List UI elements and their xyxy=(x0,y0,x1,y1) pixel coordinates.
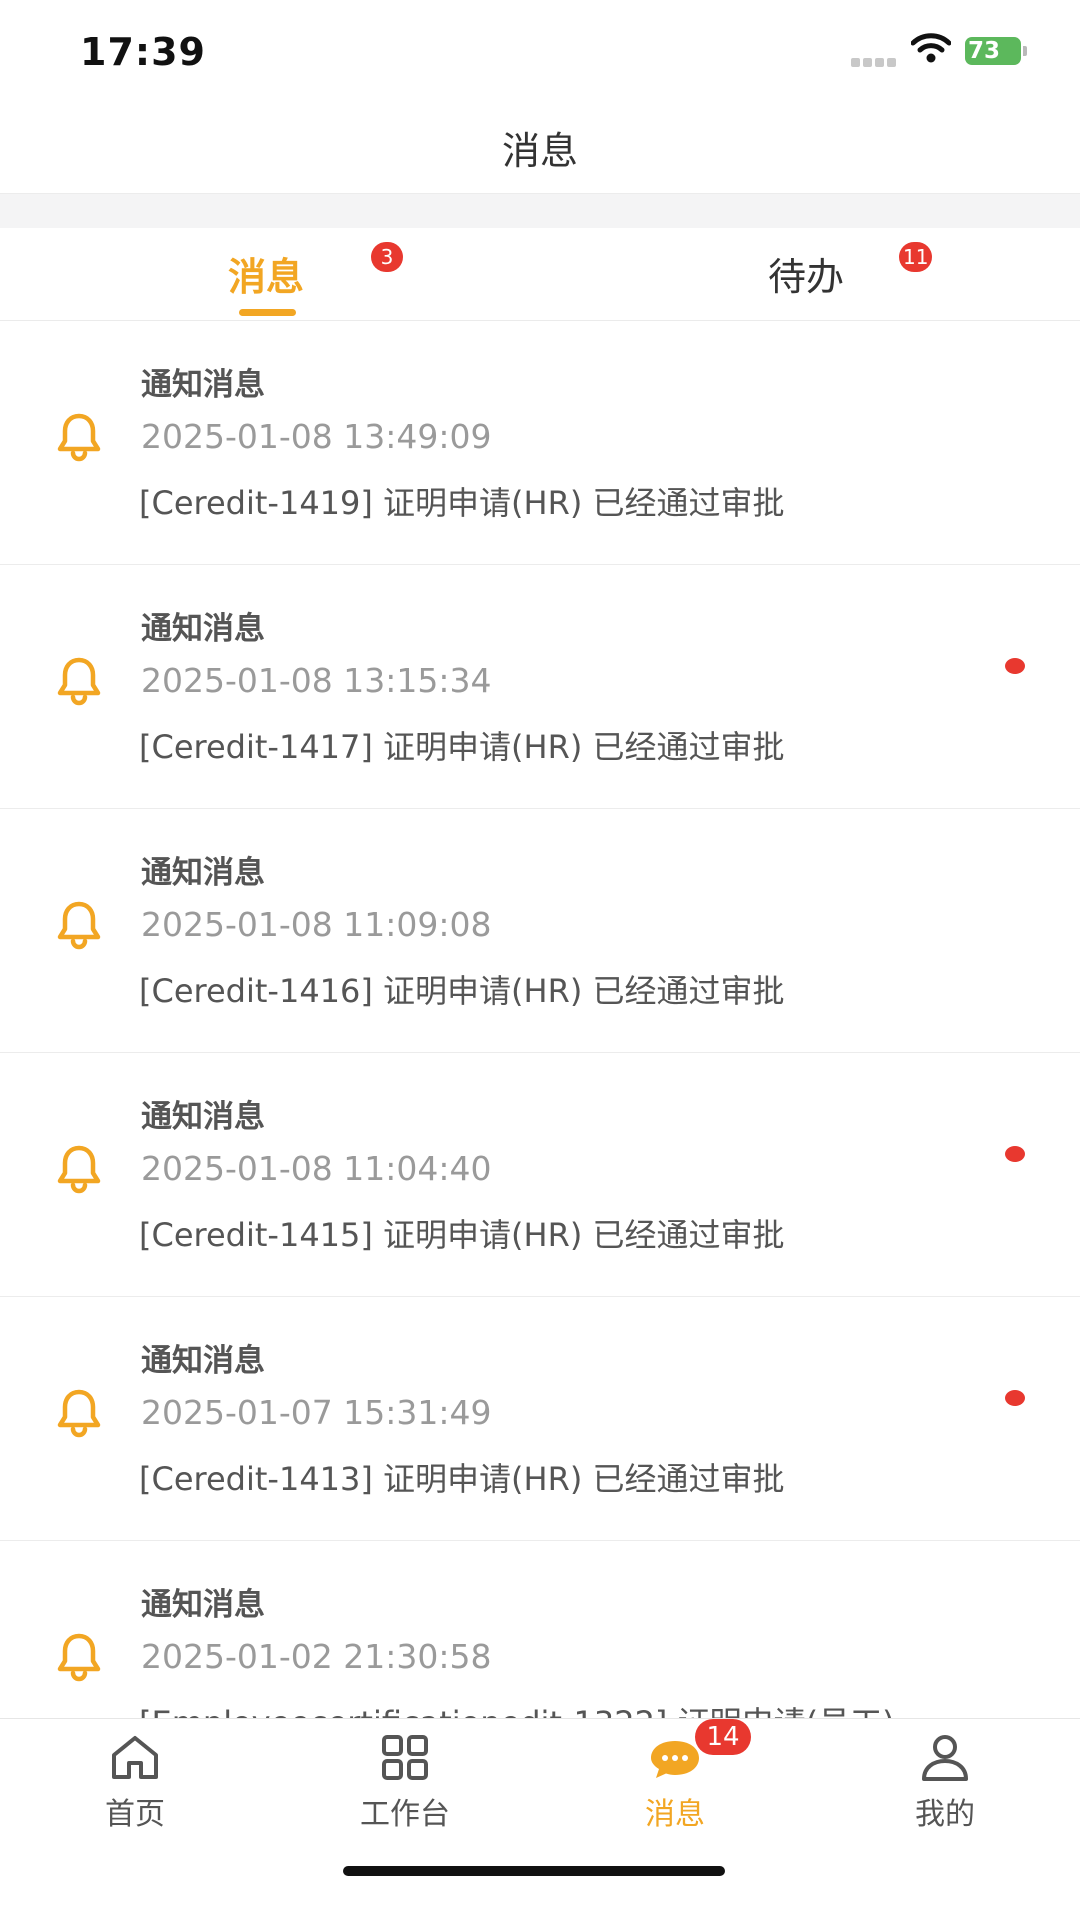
battery-level: 73 xyxy=(968,38,1001,64)
tab-messages-label: 消息 xyxy=(228,255,305,299)
bell-icon xyxy=(52,897,106,951)
home-icon xyxy=(112,1736,158,1779)
nav-mine[interactable]: 我的 xyxy=(810,1733,1080,1833)
message-time: 2025-01-08 13:49:09 xyxy=(141,417,492,456)
nav-workbench-label: 工作台 xyxy=(360,1797,450,1832)
message-content: [Ceredit-1415] 证明申请(HR) 已经通过审批 xyxy=(139,1216,785,1254)
message-content: [Ceredit-1419] 证明申请(HR) 已经通过审批 xyxy=(139,484,785,522)
battery-icon: 73 xyxy=(965,37,1027,67)
message-time: 2025-01-08 11:09:08 xyxy=(141,905,492,944)
nav-messages-badge: 14 xyxy=(695,1719,751,1755)
message-title: 通知消息 xyxy=(141,611,265,647)
message-time: 2025-01-08 13:15:34 xyxy=(141,661,492,700)
tab-messages-badge: 3 xyxy=(371,242,403,272)
header-divider xyxy=(0,193,1080,229)
message-list-item[interactable]: 通知消息 2025-01-07 15:31:49 [Ceredit-1413] 证明… xyxy=(0,1297,1080,1541)
message-time: 2025-01-02 21:30:58 xyxy=(141,1637,492,1676)
nav-home-label: 首页 xyxy=(105,1797,165,1832)
tab-todo-badge: 11 xyxy=(899,242,933,272)
nav-home[interactable]: 首页 xyxy=(0,1733,270,1833)
status-time: 17:39 xyxy=(80,30,206,74)
grid-icon xyxy=(382,1735,428,1780)
message-title: 通知消息 xyxy=(141,1343,265,1379)
status-bar: 17:39 73 xyxy=(0,0,1080,100)
message-list-item[interactable]: 通知消息 2025-01-08 13:49:09 [Ceredit-1419] 证明… xyxy=(0,321,1080,565)
cellular-signal-icon xyxy=(851,52,903,67)
message-list-item[interactable]: 通知消息 2025-01-08 11:09:08 [Ceredit-1416] 证明… xyxy=(0,809,1080,1053)
wifi-icon xyxy=(911,33,951,63)
tab-todo-label: 待办 xyxy=(768,255,845,299)
tab-messages[interactable]: 消息 3 xyxy=(0,228,540,320)
message-title: 通知消息 xyxy=(141,1587,265,1623)
segment-tabs: 消息 3 待办 11 xyxy=(0,228,1080,321)
bell-icon xyxy=(52,1385,106,1439)
message-content: [Ceredit-1416] 证明申请(HR) 已经通过审批 xyxy=(139,972,785,1010)
message-content: [Ceredit-1417] 证明申请(HR) 已经通过审批 xyxy=(139,728,785,766)
bell-icon xyxy=(52,1629,106,1683)
home-indicator[interactable] xyxy=(343,1866,725,1876)
page-title: 消息 xyxy=(501,129,578,173)
chat-bubble-icon xyxy=(651,1741,699,1778)
tab-todo[interactable]: 待办 11 xyxy=(540,228,1080,320)
message-list-item[interactable]: 通知消息 2025-01-08 13:15:34 [Ceredit-1417] 证明… xyxy=(0,565,1080,809)
unread-dot xyxy=(1005,1390,1025,1406)
unread-dot xyxy=(1005,658,1025,674)
message-title: 通知消息 xyxy=(141,1099,265,1135)
nav-workbench[interactable]: 工作台 xyxy=(270,1733,540,1833)
nav-mine-label: 我的 xyxy=(915,1797,975,1832)
message-content: [Ceredit-1413] 证明申请(HR) 已经通过审批 xyxy=(139,1460,785,1498)
unread-dot xyxy=(1005,1146,1025,1162)
messages-screen: 17:39 73 消息 消息 3 待办 11 通知消息 2025-01-08 13… xyxy=(0,0,1080,1920)
bell-icon xyxy=(52,1141,106,1195)
nav-messages-label: 消息 xyxy=(645,1797,705,1832)
bell-icon xyxy=(52,409,106,463)
message-title: 通知消息 xyxy=(141,855,265,891)
active-tab-indicator xyxy=(239,309,296,316)
nav-messages[interactable]: 消息 xyxy=(540,1733,810,1833)
message-time: 2025-01-07 15:31:49 xyxy=(141,1393,492,1432)
user-icon xyxy=(922,1735,968,1781)
message-time: 2025-01-08 11:04:40 xyxy=(141,1149,492,1188)
bottom-tab-bar: 首页 工作台 消息 我的 14 xyxy=(0,1718,1080,1920)
message-list-item[interactable]: 通知消息 2025-01-08 11:04:40 [Ceredit-1415] 证明… xyxy=(0,1053,1080,1297)
message-title: 通知消息 xyxy=(141,367,265,403)
message-list: 通知消息 2025-01-08 13:49:09 [Ceredit-1419] 证明… xyxy=(0,321,1080,1785)
bell-icon xyxy=(52,653,106,707)
